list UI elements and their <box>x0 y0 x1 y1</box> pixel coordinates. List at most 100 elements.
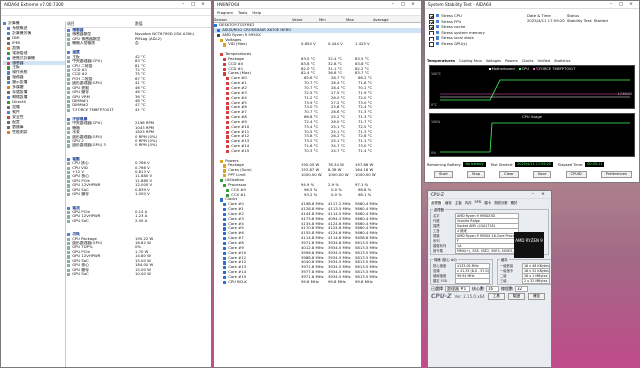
cpuz-tabs: 處理器 緩存 主板 內存 SPD 顯卡 測試分數 關於 <box>428 199 551 206</box>
sensor-icon <box>67 273 71 277</box>
cpuz-field-value <box>455 277 490 284</box>
clocks-group-title: 時鐘 (核心 #0) <box>434 258 457 262</box>
tree-item-icon <box>7 91 11 95</box>
tree-item-icon <box>7 110 11 115</box>
maximize-icon[interactable]: □ <box>188 2 198 7</box>
tools-button[interactable]: 工具 <box>487 293 505 300</box>
minimize-icon[interactable]: – <box>388 2 398 7</box>
minimize-icon[interactable]: – <box>178 2 188 7</box>
cpu-usage-graph: CPU Usage 100% 0% <box>429 113 635 157</box>
hwinfo-sensor-row[interactable]: CPU BCLK 99.8 MHz 99.8 MHz 99.8 MHz <box>214 280 421 285</box>
start-button[interactable]: Start <box>434 171 453 178</box>
tree-item-icon <box>3 22 7 26</box>
cpuid-button[interactable]: CPUID <box>565 171 587 178</box>
graph-tabs: Temperatures Cooling Fans Voltages Powers Cl… <box>427 59 571 63</box>
cpuz-window: CPU-Z – × 處理器 緩存 主板 內存 SPD 顯卡 測試分數 關於 處理器 名字 AMD… <box>427 190 552 368</box>
cpuz-tab[interactable]: 關於 <box>511 200 518 205</box>
close-icon[interactable]: × <box>626 2 636 7</box>
sensor-icon <box>223 251 227 255</box>
sensor-icon <box>223 280 227 284</box>
sensor-icon <box>226 188 230 192</box>
checkbox[interactable] <box>429 25 434 30</box>
status-entry-text: Stability Test: Started <box>567 18 608 24</box>
column-header-value[interactable]: 數值 <box>135 21 211 27</box>
sensor-icon <box>223 72 227 76</box>
graph-tab[interactable]: Statistics <box>554 59 570 63</box>
tree-item-icon <box>7 66 11 70</box>
minimize-icon[interactable]: – <box>528 192 538 197</box>
ok-button[interactable]: 確定 <box>528 293 546 300</box>
close-icon[interactable]: × <box>198 2 208 7</box>
checkbox[interactable] <box>429 19 434 25</box>
column-header-max[interactable]: Max <box>346 17 373 22</box>
sensor-icon <box>223 43 227 47</box>
cpuz-field: 三級 2 x 32 MBytes <box>499 277 550 284</box>
sensor-icon <box>226 125 230 129</box>
graph-tab[interactable]: Powers <box>505 59 518 63</box>
cpuz-field-label: 三級 <box>499 279 507 283</box>
cpuz-tab[interactable]: 測試分數 <box>494 200 508 205</box>
sensor-icon <box>226 116 230 120</box>
close-icon[interactable]: × <box>538 192 548 197</box>
cpuz-tab[interactable]: 處理器 <box>430 200 443 205</box>
battery-value: No battery <box>463 162 486 167</box>
stress-icon <box>436 25 440 29</box>
tree-item-icon <box>7 26 11 31</box>
stress-option[interactable]: Stress GPU(s) <box>429 41 579 47</box>
preferences-button[interactable]: Preferences <box>600 171 632 178</box>
cpuz-field-label: 指令集 <box>433 249 443 253</box>
column-header-average[interactable]: Average <box>373 17 400 22</box>
graph-tab[interactable]: Temperatures <box>427 59 455 63</box>
processor-selector[interactable]: 處理器 #1 <box>445 285 470 292</box>
cache-fields: 一級數據 16 x 48 KBytes 一級指令 16 x 32 KBytes 二級 16… <box>499 262 550 284</box>
menu-program[interactable]: Program <box>217 10 233 15</box>
aida64-window: AIDA64 Extreme v7.00.7300 – □ × 計算機 系統概述計… <box>0 0 212 368</box>
selector-label: 已選擇 <box>431 285 443 291</box>
sensor-icon <box>223 246 227 250</box>
cpuz-tab[interactable]: SPD <box>475 200 482 205</box>
save-button[interactable]: Save <box>532 171 552 178</box>
tree-item-icon <box>7 61 11 65</box>
sensor-icon <box>226 145 230 149</box>
started-value: 2025/4/11 17:59:20 <box>515 162 553 167</box>
cpuz-field-value: 2 x 32 MBytes <box>521 277 550 284</box>
column-header-sensor[interactable]: Sensor <box>214 17 292 22</box>
minimize-icon[interactable]: – <box>606 2 616 7</box>
maximize-icon[interactable]: □ <box>398 2 408 7</box>
checkbox[interactable] <box>429 14 434 19</box>
threads-label: 線程數 <box>501 285 513 291</box>
maximize-icon[interactable]: □ <box>616 2 626 7</box>
graph-tab[interactable]: Unified <box>537 59 550 63</box>
sensor-icon <box>226 82 230 86</box>
cpuz-tab[interactable]: 緩存 <box>445 200 452 205</box>
close-icon[interactable]: × <box>408 2 418 7</box>
graph-tab[interactable]: Voltages <box>486 59 501 63</box>
sensor-icon <box>226 96 230 100</box>
battery-label: Remaining Battery: <box>427 162 462 167</box>
elapsed-value: 00:05:11 <box>585 162 605 167</box>
verify-button[interactable]: 驗證 <box>507 293 526 300</box>
checkbox[interactable] <box>429 42 434 47</box>
column-header-min[interactable]: Min <box>319 17 346 22</box>
sensor-icon <box>226 140 230 144</box>
clear-button[interactable]: Clear <box>499 171 519 178</box>
checkbox[interactable] <box>429 36 434 41</box>
sensor-icon <box>223 241 227 246</box>
stability-titlebar: System Stability Test - AIDA64 – □ × <box>425 1 639 9</box>
menu-help[interactable]: Help <box>252 10 261 15</box>
cpuz-tab[interactable]: 內存 <box>465 200 472 205</box>
cpuz-tab[interactable]: 顯卡 <box>484 200 491 205</box>
cpuz-field-label: 額定 FSB <box>433 279 447 283</box>
cpuz-tab[interactable]: 主板 <box>455 200 462 205</box>
tree-item-icon <box>7 125 11 129</box>
status-panel: Date & Time Status 2025/4/11 17:59:20 St… <box>527 13 637 23</box>
sensor-icon <box>223 222 227 226</box>
stop-button[interactable]: Stop <box>466 171 486 178</box>
checkbox[interactable] <box>429 30 434 36</box>
graph-tab[interactable]: Cooling Fans <box>459 59 482 63</box>
tree-item[interactable]: 性能測試 <box>3 130 65 135</box>
column-header-item[interactable]: 項目 <box>67 21 135 27</box>
column-header-value[interactable]: Value <box>292 17 319 22</box>
menu-tools[interactable]: Tools <box>238 10 247 15</box>
graph-tab[interactable]: Clocks <box>522 59 534 63</box>
